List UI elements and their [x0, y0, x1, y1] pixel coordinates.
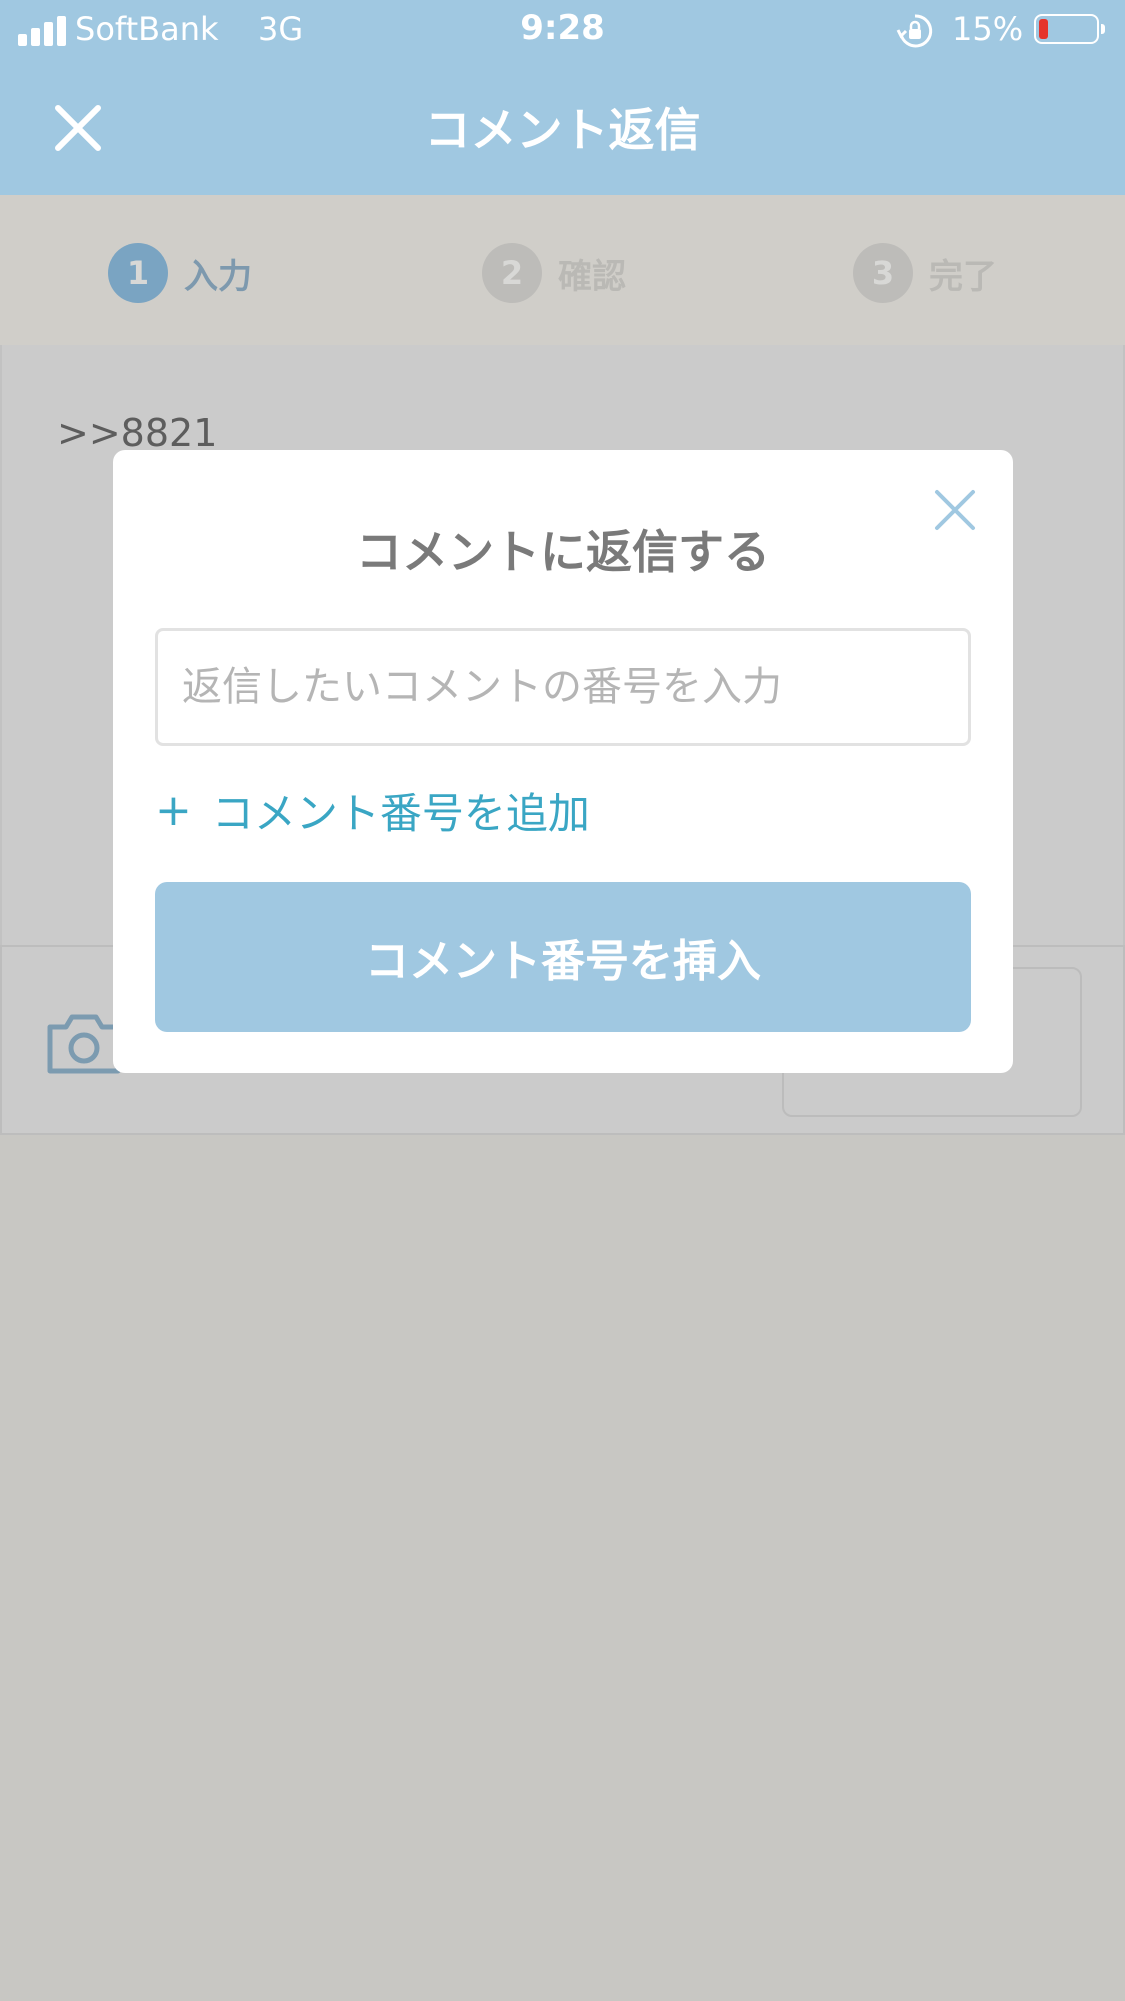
add-link-label: コメント番号を追加	[211, 789, 590, 838]
step-complete: 3 完了	[853, 243, 997, 303]
page-title: コメント返信	[424, 103, 701, 157]
comment-number-input[interactable]	[155, 628, 971, 746]
rotation-lock-icon	[896, 14, 933, 48]
step-indicator: 1 入力 2 確認 3 完了	[0, 195, 1125, 347]
battery-icon	[1034, 14, 1105, 44]
top-bar: SoftBank 3G 9:28 15% コメント返信	[0, 0, 1125, 195]
reply-reference-text: >>8821	[57, 411, 218, 455]
battery-percent: 15%	[952, 10, 1024, 48]
reply-number-dialog: コメントに返信する + コメント番号を追加 コメント番号を挿入	[113, 450, 1013, 1073]
add-comment-number-link[interactable]: + コメント番号を追加	[155, 780, 590, 841]
step-label: 入力	[184, 256, 252, 297]
step-confirm: 2 確認	[482, 243, 626, 303]
camera-icon[interactable]	[44, 1007, 124, 1079]
plus-icon: +	[155, 785, 192, 836]
battery-fill	[1039, 19, 1048, 39]
dialog-title: コメントに返信する	[356, 525, 770, 579]
step-number: 3	[853, 243, 913, 303]
modal-backdrop[interactable]	[0, 1135, 1125, 2001]
step-number: 2	[482, 243, 542, 303]
step-number: 1	[108, 243, 168, 303]
status-bar: SoftBank 3G 9:28 15%	[0, 0, 1125, 62]
step-label: 完了	[929, 256, 997, 297]
insert-comment-number-button[interactable]: コメント番号を挿入	[155, 882, 971, 1032]
step-input: 1 入力	[108, 243, 252, 303]
step-label: 確認	[558, 256, 626, 297]
